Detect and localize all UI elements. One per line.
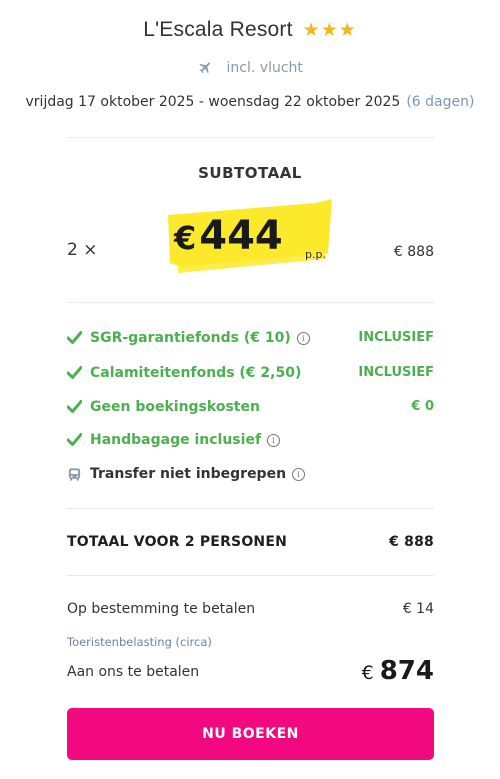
- pay-currency: €: [361, 662, 374, 684]
- pay-value: €874: [362, 656, 434, 686]
- feature-label: SGR-garantiefonds (€ 10) i: [90, 330, 310, 346]
- divider: [67, 302, 434, 303]
- bus-icon: [67, 467, 82, 486]
- check-icon: [66, 400, 83, 417]
- per-person-label: p.p.: [305, 248, 326, 261]
- check-icon: [66, 366, 83, 383]
- flight-text: incl. vlucht: [226, 60, 303, 76]
- feature-sgr-garantiefonds: SGR-garantiefonds (€ 10) i INCLUSIEF: [66, 330, 434, 350]
- feature-value: INCLUSIEF: [358, 365, 434, 380]
- check-icon: [66, 433, 83, 450]
- total-value: € 888: [389, 534, 434, 550]
- check-icon: [66, 331, 83, 348]
- dates-text: vrijdag 17 oktober 2025 - woensdag 22 ok…: [25, 94, 401, 110]
- info-icon[interactable]: i: [292, 468, 306, 481]
- divider: [67, 508, 434, 509]
- feature-handbagage: Handbagage inclusief i: [66, 432, 434, 452]
- feature-value: INCLUSIEF: [358, 330, 434, 345]
- flight-info: incl. vlucht: [0, 60, 500, 76]
- info-icon[interactable]: i: [296, 332, 310, 345]
- divider: [67, 137, 434, 138]
- destination-payment-row: Op bestemming te betalen € 14: [67, 601, 434, 617]
- feature-label: Calamiteitenfonds (€ 2,50): [90, 365, 302, 381]
- feature-label: Handbagage inclusief i: [90, 432, 281, 448]
- price-per-person: €444: [174, 216, 283, 256]
- price-amount: 444: [199, 213, 283, 259]
- feature-label: Transfer niet inbegrepen i: [90, 466, 306, 482]
- book-now-button[interactable]: NU BOEKEN: [67, 708, 434, 760]
- feature-boekingskosten: Geen boekingskosten € 0: [66, 399, 434, 419]
- total-row: TOTAAL VOOR 2 PERSONEN € 888: [67, 534, 434, 550]
- subtotal-label: SUBTOTAAL: [198, 164, 302, 182]
- duration-text: (6 dagen): [406, 94, 475, 110]
- currency-symbol: €: [174, 219, 197, 257]
- amount-due-row: Aan ons te betalen €874: [67, 656, 434, 686]
- line-total: € 888: [393, 244, 434, 260]
- hotel-name: L'Escala Resort: [143, 18, 293, 41]
- feature-label: Geen boekingskosten: [90, 399, 260, 415]
- hotel-title-row: L'Escala Resort ★★★: [0, 18, 500, 42]
- star-rating: ★★★: [302, 20, 357, 41]
- tourist-tax-note: Toeristenbelasting (circa): [67, 635, 212, 649]
- travel-dates: vrijdag 17 oktober 2025 - woensdag 22 ok…: [0, 94, 500, 110]
- pay-amount: 874: [379, 656, 434, 686]
- info-icon[interactable]: i: [267, 434, 281, 447]
- divider: [67, 575, 434, 576]
- destination-value: € 14: [402, 601, 434, 617]
- plane-icon: [197, 60, 226, 76]
- pay-label: Aan ons te betalen: [67, 664, 200, 680]
- feature-transfer: Transfer niet inbegrepen i: [67, 466, 434, 486]
- total-label: TOTAAL VOOR 2 PERSONEN: [67, 534, 288, 550]
- quantity: 2 ×: [67, 240, 98, 260]
- feature-calamiteitenfonds: Calamiteitenfonds (€ 2,50) INCLUSIEF: [66, 365, 434, 385]
- feature-value: € 0: [411, 399, 434, 414]
- destination-label: Op bestemming te betalen: [67, 601, 256, 617]
